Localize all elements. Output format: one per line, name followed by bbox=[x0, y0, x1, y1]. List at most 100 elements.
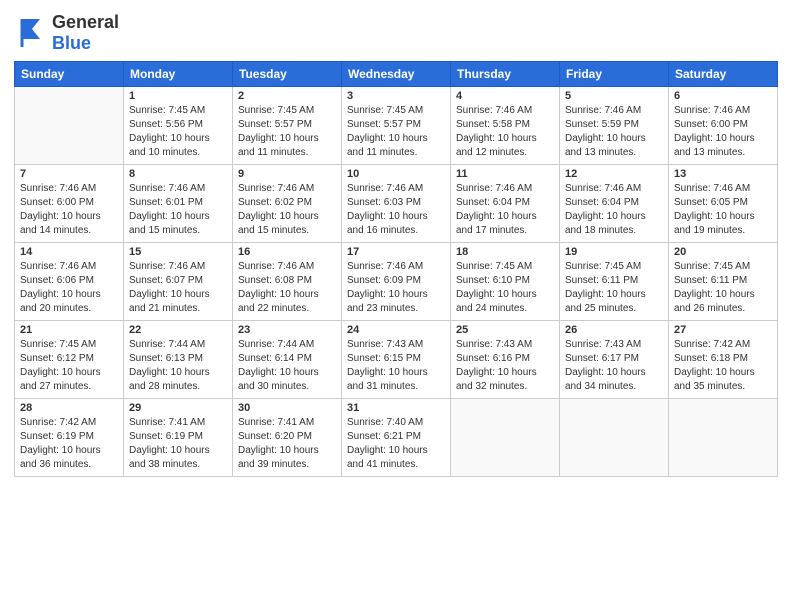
day-number: 10 bbox=[347, 168, 445, 180]
calendar-cell: 28 Sunrise: 7:42 AMSunset: 6:19 PMDayligh… bbox=[15, 399, 124, 477]
day-number: 6 bbox=[674, 90, 772, 102]
weekday-header-row: SundayMondayTuesdayWednesdayThursdayFrid… bbox=[15, 62, 778, 87]
day-number: 17 bbox=[347, 246, 445, 258]
day-number: 3 bbox=[347, 90, 445, 102]
week-row-4: 21 Sunrise: 7:45 AMSunset: 6:12 PMDayligh… bbox=[15, 321, 778, 399]
calendar-cell: 20Sunrise: 7:45 AMSunset: 6:11 PMDayligh… bbox=[669, 243, 778, 321]
calendar-cell: 22Sunrise: 7:44 AMSunset: 6:13 PMDayligh… bbox=[124, 321, 233, 399]
calendar-cell: 12Sunrise: 7:46 AMSunset: 6:04 PMDayligh… bbox=[560, 165, 669, 243]
day-info: Sunrise: 7:46 AMSunset: 6:05 PMDaylight:… bbox=[674, 182, 772, 238]
calendar-cell: 5 Sunrise: 7:46 AMSunset: 5:59 PMDaylight… bbox=[560, 87, 669, 165]
day-info: Sunrise: 7:45 AMSunset: 5:57 PMDaylight:… bbox=[347, 104, 445, 160]
day-number: 13 bbox=[674, 168, 772, 180]
calendar-table: SundayMondayTuesdayWednesdayThursdayFrid… bbox=[14, 61, 778, 477]
day-info: Sunrise: 7:45 AMSunset: 6:11 PMDaylight:… bbox=[674, 260, 772, 316]
week-row-5: 28 Sunrise: 7:42 AMSunset: 6:19 PMDayligh… bbox=[15, 399, 778, 477]
weekday-header-sunday: Sunday bbox=[15, 62, 124, 87]
calendar-cell: 1 Sunrise: 7:45 AMSunset: 5:56 PMDaylight… bbox=[124, 87, 233, 165]
day-number: 5 bbox=[565, 90, 663, 102]
calendar-cell: 8 Sunrise: 7:46 AMSunset: 6:01 PMDaylight… bbox=[124, 165, 233, 243]
weekday-header-thursday: Thursday bbox=[451, 62, 560, 87]
day-info: Sunrise: 7:41 AMSunset: 6:20 PMDaylight:… bbox=[238, 416, 336, 472]
day-number: 9 bbox=[238, 168, 336, 180]
day-number: 19 bbox=[565, 246, 663, 258]
day-info: Sunrise: 7:46 AMSunset: 5:58 PMDaylight:… bbox=[456, 104, 554, 160]
calendar-cell: 17 Sunrise: 7:46 AMSunset: 6:09 PMDayligh… bbox=[342, 243, 451, 321]
day-number: 4 bbox=[456, 90, 554, 102]
weekday-header-friday: Friday bbox=[560, 62, 669, 87]
day-info: Sunrise: 7:45 AMSunset: 6:11 PMDaylight:… bbox=[565, 260, 663, 316]
week-row-1: 1 Sunrise: 7:45 AMSunset: 5:56 PMDaylight… bbox=[15, 87, 778, 165]
calendar-cell: 15Sunrise: 7:46 AMSunset: 6:07 PMDayligh… bbox=[124, 243, 233, 321]
day-info: Sunrise: 7:46 AMSunset: 6:08 PMDaylight:… bbox=[238, 260, 336, 316]
calendar-cell: 3 Sunrise: 7:45 AMSunset: 5:57 PMDaylight… bbox=[342, 87, 451, 165]
day-info: Sunrise: 7:43 AMSunset: 6:16 PMDaylight:… bbox=[456, 338, 554, 394]
day-info: Sunrise: 7:43 AMSunset: 6:17 PMDaylight:… bbox=[565, 338, 663, 394]
calendar-cell: 13 Sunrise: 7:46 AMSunset: 6:05 PMDayligh… bbox=[669, 165, 778, 243]
day-info: Sunrise: 7:45 AMSunset: 6:12 PMDaylight:… bbox=[20, 338, 118, 394]
page: General Blue SundayMondayTuesdayWednesda… bbox=[0, 0, 792, 612]
day-number: 24 bbox=[347, 324, 445, 336]
day-info: Sunrise: 7:46 AMSunset: 6:02 PMDaylight:… bbox=[238, 182, 336, 238]
day-number: 28 bbox=[20, 402, 118, 414]
day-info: Sunrise: 7:41 AMSunset: 6:19 PMDaylight:… bbox=[129, 416, 227, 472]
weekday-header-wednesday: Wednesday bbox=[342, 62, 451, 87]
calendar-cell: 23 Sunrise: 7:44 AMSunset: 6:14 PMDayligh… bbox=[233, 321, 342, 399]
calendar-cell: 16 Sunrise: 7:46 AMSunset: 6:08 PMDayligh… bbox=[233, 243, 342, 321]
calendar-cell: 4 Sunrise: 7:46 AMSunset: 5:58 PMDaylight… bbox=[451, 87, 560, 165]
calendar-cell: 19 Sunrise: 7:45 AMSunset: 6:11 PMDayligh… bbox=[560, 243, 669, 321]
day-number: 2 bbox=[238, 90, 336, 102]
day-info: Sunrise: 7:45 AMSunset: 6:10 PMDaylight:… bbox=[456, 260, 554, 316]
day-number: 29 bbox=[129, 402, 227, 414]
day-number: 23 bbox=[238, 324, 336, 336]
calendar-cell: 30 Sunrise: 7:41 AMSunset: 6:20 PMDayligh… bbox=[233, 399, 342, 477]
day-info: Sunrise: 7:44 AMSunset: 6:14 PMDaylight:… bbox=[238, 338, 336, 394]
header: General Blue bbox=[14, 12, 778, 53]
day-info: Sunrise: 7:46 AMSunset: 6:09 PMDaylight:… bbox=[347, 260, 445, 316]
day-info: Sunrise: 7:42 AMSunset: 6:19 PMDaylight:… bbox=[20, 416, 118, 472]
calendar-cell: 25 Sunrise: 7:43 AMSunset: 6:16 PMDayligh… bbox=[451, 321, 560, 399]
day-info: Sunrise: 7:45 AMSunset: 5:56 PMDaylight:… bbox=[129, 104, 227, 160]
weekday-header-saturday: Saturday bbox=[669, 62, 778, 87]
calendar-cell bbox=[669, 399, 778, 477]
day-number: 25 bbox=[456, 324, 554, 336]
day-number: 31 bbox=[347, 402, 445, 414]
calendar-cell bbox=[560, 399, 669, 477]
calendar-cell: 10 Sunrise: 7:46 AMSunset: 6:03 PMDayligh… bbox=[342, 165, 451, 243]
day-info: Sunrise: 7:45 AMSunset: 5:57 PMDaylight:… bbox=[238, 104, 336, 160]
logo: General Blue bbox=[14, 12, 119, 53]
calendar-cell: 18Sunrise: 7:45 AMSunset: 6:10 PMDayligh… bbox=[451, 243, 560, 321]
calendar-cell: 6 Sunrise: 7:46 AMSunset: 6:00 PMDaylight… bbox=[669, 87, 778, 165]
calendar-cell: 7 Sunrise: 7:46 AMSunset: 6:00 PMDaylight… bbox=[15, 165, 124, 243]
calendar-cell: 27Sunrise: 7:42 AMSunset: 6:18 PMDayligh… bbox=[669, 321, 778, 399]
day-number: 7 bbox=[20, 168, 118, 180]
day-number: 22 bbox=[129, 324, 227, 336]
day-number: 1 bbox=[129, 90, 227, 102]
day-number: 8 bbox=[129, 168, 227, 180]
day-number: 14 bbox=[20, 246, 118, 258]
day-info: Sunrise: 7:40 AMSunset: 6:21 PMDaylight:… bbox=[347, 416, 445, 472]
day-number: 30 bbox=[238, 402, 336, 414]
day-number: 16 bbox=[238, 246, 336, 258]
day-info: Sunrise: 7:46 AMSunset: 6:07 PMDaylight:… bbox=[129, 260, 227, 316]
calendar-cell: 29 Sunrise: 7:41 AMSunset: 6:19 PMDayligh… bbox=[124, 399, 233, 477]
calendar-cell: 2 Sunrise: 7:45 AMSunset: 5:57 PMDaylight… bbox=[233, 87, 342, 165]
calendar-cell bbox=[451, 399, 560, 477]
week-row-3: 14 Sunrise: 7:46 AMSunset: 6:06 PMDayligh… bbox=[15, 243, 778, 321]
calendar-cell: 11Sunrise: 7:46 AMSunset: 6:04 PMDayligh… bbox=[451, 165, 560, 243]
day-info: Sunrise: 7:46 AMSunset: 5:59 PMDaylight:… bbox=[565, 104, 663, 160]
day-number: 26 bbox=[565, 324, 663, 336]
day-info: Sunrise: 7:46 AMSunset: 6:03 PMDaylight:… bbox=[347, 182, 445, 238]
calendar-cell: 24Sunrise: 7:43 AMSunset: 6:15 PMDayligh… bbox=[342, 321, 451, 399]
day-number: 21 bbox=[20, 324, 118, 336]
calendar-cell: 26 Sunrise: 7:43 AMSunset: 6:17 PMDayligh… bbox=[560, 321, 669, 399]
day-info: Sunrise: 7:42 AMSunset: 6:18 PMDaylight:… bbox=[674, 338, 772, 394]
logo-icon bbox=[14, 15, 50, 51]
day-info: Sunrise: 7:46 AMSunset: 6:01 PMDaylight:… bbox=[129, 182, 227, 238]
day-info: Sunrise: 7:46 AMSunset: 6:00 PMDaylight:… bbox=[20, 182, 118, 238]
calendar-cell bbox=[15, 87, 124, 165]
calendar-cell: 21 Sunrise: 7:45 AMSunset: 6:12 PMDayligh… bbox=[15, 321, 124, 399]
week-row-2: 7 Sunrise: 7:46 AMSunset: 6:00 PMDaylight… bbox=[15, 165, 778, 243]
day-info: Sunrise: 7:46 AMSunset: 6:00 PMDaylight:… bbox=[674, 104, 772, 160]
day-info: Sunrise: 7:46 AMSunset: 6:06 PMDaylight:… bbox=[20, 260, 118, 316]
